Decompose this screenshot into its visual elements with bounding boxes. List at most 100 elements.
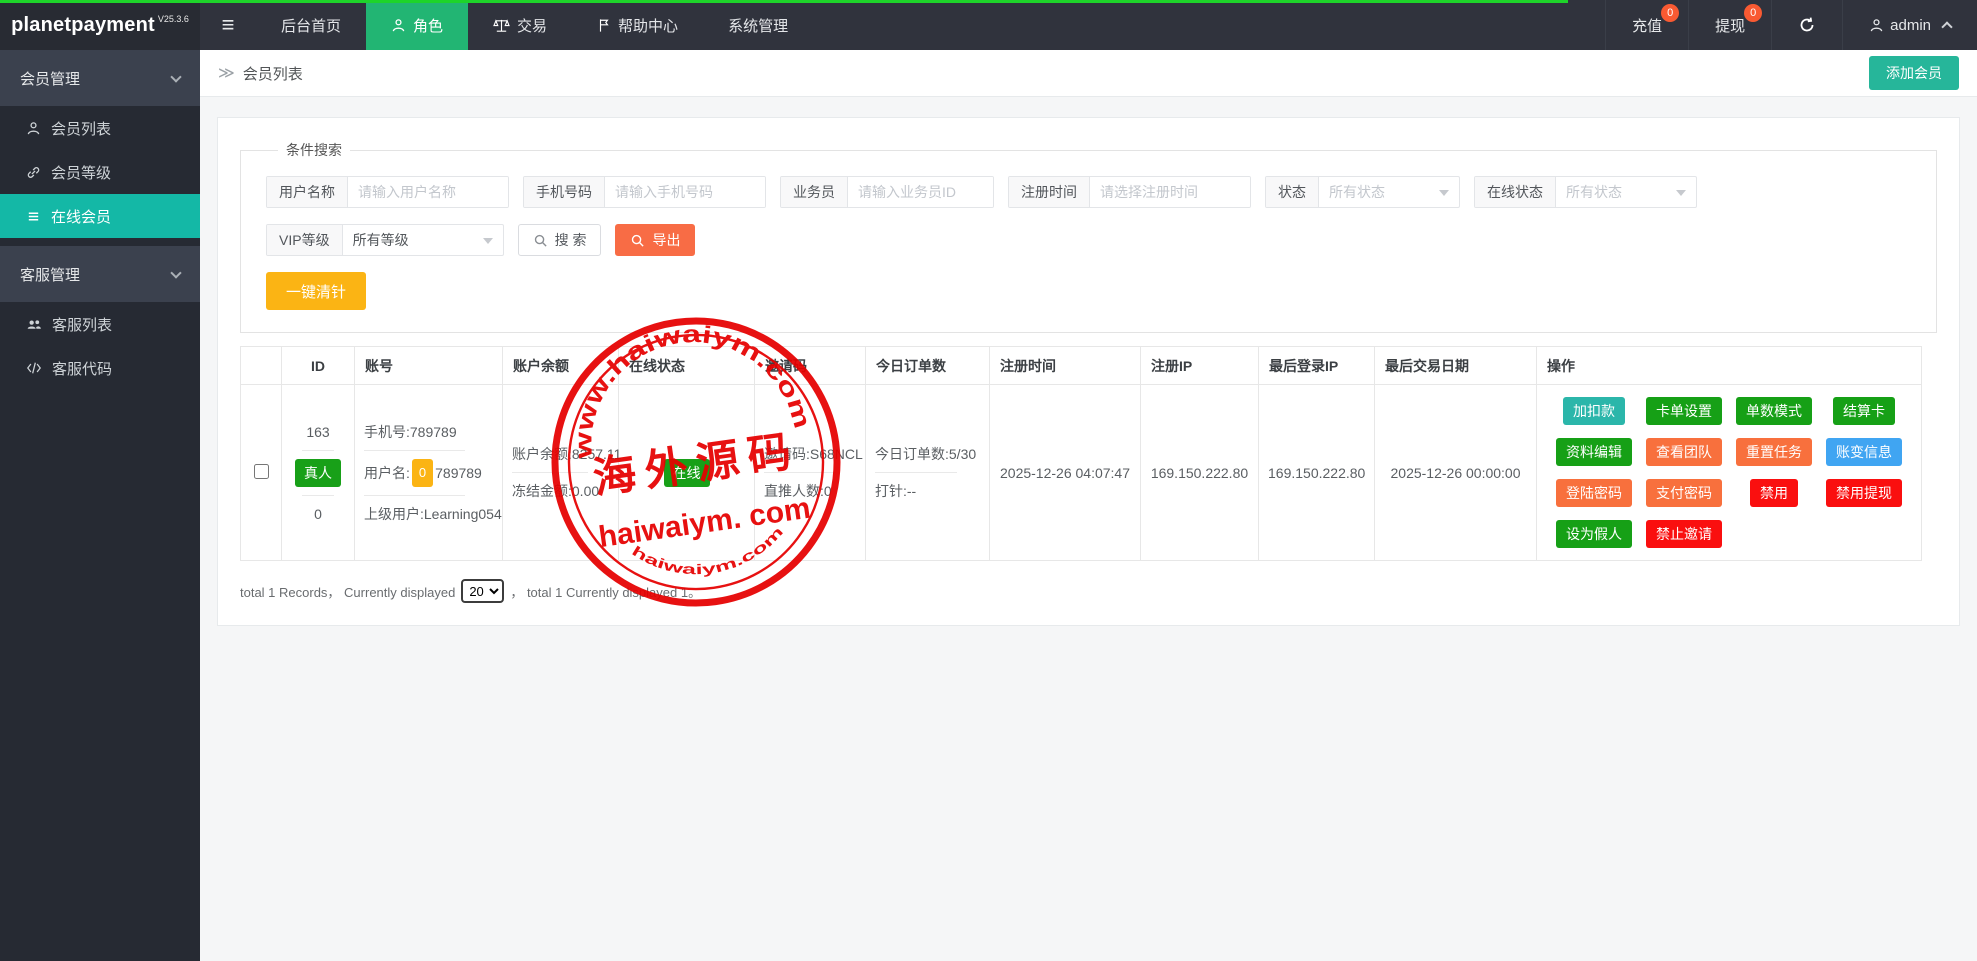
app-version: V25.3.6: [158, 14, 189, 24]
list-icon: [26, 209, 41, 224]
filter-salesman: 业务员: [780, 176, 994, 208]
row-checkbox[interactable]: [254, 464, 269, 479]
table-row: 163 真人 0 手机号:789789: [241, 385, 1922, 561]
recharge-button[interactable]: 充值 0: [1605, 0, 1688, 50]
one-key-clear-button[interactable]: 一键清针: [266, 272, 366, 310]
online-status-select[interactable]: 所有状态: [1556, 177, 1696, 207]
header-register-time: 注册时间: [990, 347, 1141, 385]
header-operations: 操作: [1537, 347, 1922, 385]
filter-label: VIP等级: [267, 225, 343, 255]
sidebar-item-online-members[interactable]: 在线会员: [0, 194, 200, 238]
flag-icon: [597, 18, 611, 33]
chevron-up-icon: [1941, 21, 1952, 32]
salesman-input[interactable]: [848, 177, 993, 207]
sidebar-group-label: 会员管理: [20, 68, 80, 89]
header-online-status: 在线状态: [619, 347, 755, 385]
export-button-label: 导出: [652, 230, 680, 250]
action-add-deduct-button[interactable]: 加扣款: [1563, 397, 1625, 425]
sidebar-group-support-management[interactable]: 客服管理: [0, 246, 200, 302]
export-button[interactable]: 导出: [615, 224, 695, 256]
user-icon: [1869, 18, 1884, 33]
last-trade-date: 2025-12-26 00:00:00: [1375, 385, 1537, 561]
nav-item-help-center[interactable]: 帮助中心: [572, 0, 703, 50]
action-order-mode-button[interactable]: 单数模式: [1736, 397, 1812, 425]
filter-label: 手机号码: [524, 177, 605, 207]
vip-level-select[interactable]: 所有等级: [343, 225, 503, 255]
nav-item-trade[interactable]: 交易: [468, 0, 572, 50]
pagination-prefix: total 1 Records， Currently displayed: [240, 582, 455, 601]
topbar: planetpayment V25.3.6 ≡ 后台首页 角色 交易 帮助中心 …: [0, 0, 1977, 50]
parent-user: 上级用户:Learning054: [364, 504, 493, 524]
breadcrumb-chevrons-icon: ≫: [218, 63, 235, 83]
withdraw-label: 提现: [1715, 15, 1745, 36]
register-time-input[interactable]: [1090, 177, 1250, 207]
action-settle-card-button[interactable]: 结算卡: [1833, 397, 1895, 425]
sidebar-group-member-management[interactable]: 会员管理: [0, 50, 200, 106]
action-reset-task-button[interactable]: 重置任务: [1736, 438, 1812, 466]
last-login-ip: 169.150.222.80: [1259, 385, 1375, 561]
status-select[interactable]: 所有状态: [1319, 177, 1459, 207]
withdraw-button[interactable]: 提现 0: [1688, 0, 1771, 50]
filter-vip-level: VIP等级 所有等级: [266, 224, 504, 256]
register-time: 2025-12-26 04:07:47: [990, 385, 1141, 561]
topbar-spacer: [813, 0, 1605, 50]
search-button[interactable]: 搜 索: [518, 224, 602, 256]
app-logo: planetpayment V25.3.6: [0, 0, 200, 50]
member-id: 163: [306, 422, 329, 442]
user-menu[interactable]: admin: [1842, 0, 1977, 50]
recharge-count-badge: 0: [1661, 4, 1679, 22]
sidebar-item-member-level[interactable]: 会员等级: [0, 150, 200, 194]
action-disable-withdraw-button[interactable]: 禁用提现: [1826, 479, 1902, 507]
per-page-select[interactable]: 20: [461, 579, 504, 603]
account-balance: 账户余额:8257.11: [512, 444, 609, 464]
member-username: 789789: [435, 463, 482, 483]
status-select-value: 所有状态: [1329, 184, 1385, 200]
sidebar-toggle-button[interactable]: ≡: [200, 0, 256, 50]
nav-item-role[interactable]: 角色: [366, 0, 468, 50]
header-today-orders: 今日订单数: [866, 347, 990, 385]
action-set-fake-button[interactable]: 设为假人: [1556, 520, 1632, 548]
action-forbid-invite-button[interactable]: 禁止邀请: [1646, 520, 1722, 548]
pagination-bar: total 1 Records， Currently displayed 20 …: [240, 579, 1937, 603]
sidebar-item-label: 客服代码: [52, 358, 112, 379]
sidebar-item-label: 会员等级: [51, 162, 111, 183]
header-register-ip: 注册IP: [1141, 347, 1259, 385]
header-invite-code: 邀请码: [755, 347, 866, 385]
member-phone: 手机号:789789: [364, 422, 493, 442]
action-disable-button[interactable]: 禁用: [1750, 479, 1798, 507]
direct-referrals: 直推人数:0: [764, 481, 856, 501]
phone-input[interactable]: [605, 177, 765, 207]
action-login-password-button[interactable]: 登陆密码: [1556, 479, 1632, 507]
action-view-team-button[interactable]: 查看团队: [1646, 438, 1722, 466]
refresh-button[interactable]: [1771, 0, 1842, 50]
add-member-button[interactable]: 添加会员: [1869, 56, 1959, 90]
nav-item-system[interactable]: 系统管理: [703, 0, 813, 50]
sidebar-item-support-code[interactable]: 客服代码: [0, 346, 200, 390]
sidebar-item-label: 在线会员: [51, 206, 111, 227]
topbar-right: 充值 0 提现 0 admin: [1605, 0, 1977, 50]
nav-item-label: 系统管理: [728, 15, 788, 36]
member-list-card: 条件搜索 用户名称 手机号码 业务员 注册时间: [217, 117, 1960, 626]
invite-code: 邀请码:S68NCL: [764, 444, 856, 464]
action-pay-password-button[interactable]: 支付密码: [1646, 479, 1722, 507]
nav-item-label: 后台首页: [281, 15, 341, 36]
username-input[interactable]: [348, 177, 508, 207]
sidebar-item-support-list[interactable]: 客服列表: [0, 302, 200, 346]
search-icon: [630, 233, 645, 248]
pagination-suffix: ， total 1 Currently displayed 1。: [510, 582, 701, 601]
scale-icon: [493, 18, 510, 33]
sidebar-item-member-list[interactable]: 会员列表: [0, 106, 200, 150]
filter-label: 业务员: [781, 177, 848, 207]
action-card-order-button[interactable]: 卡单设置: [1646, 397, 1722, 425]
sidebar-divider: [0, 238, 200, 246]
search-fieldset: 条件搜索 用户名称 手机号码 业务员 注册时间: [240, 140, 1937, 333]
withdraw-count-badge: 0: [1744, 4, 1762, 22]
content-area: ≫ 会员列表 添加会员 条件搜索 用户名称 手机号码 业务员: [200, 50, 1977, 961]
nav-item-label: 交易: [517, 15, 547, 36]
action-account-log-button[interactable]: 账变信息: [1826, 438, 1902, 466]
filter-username: 用户名称: [266, 176, 509, 208]
action-edit-profile-button[interactable]: 资料编辑: [1556, 438, 1632, 466]
nav-item-dashboard[interactable]: 后台首页: [256, 0, 366, 50]
header-last-trade-date: 最后交易日期: [1375, 347, 1537, 385]
chevron-down-icon: [170, 267, 181, 278]
